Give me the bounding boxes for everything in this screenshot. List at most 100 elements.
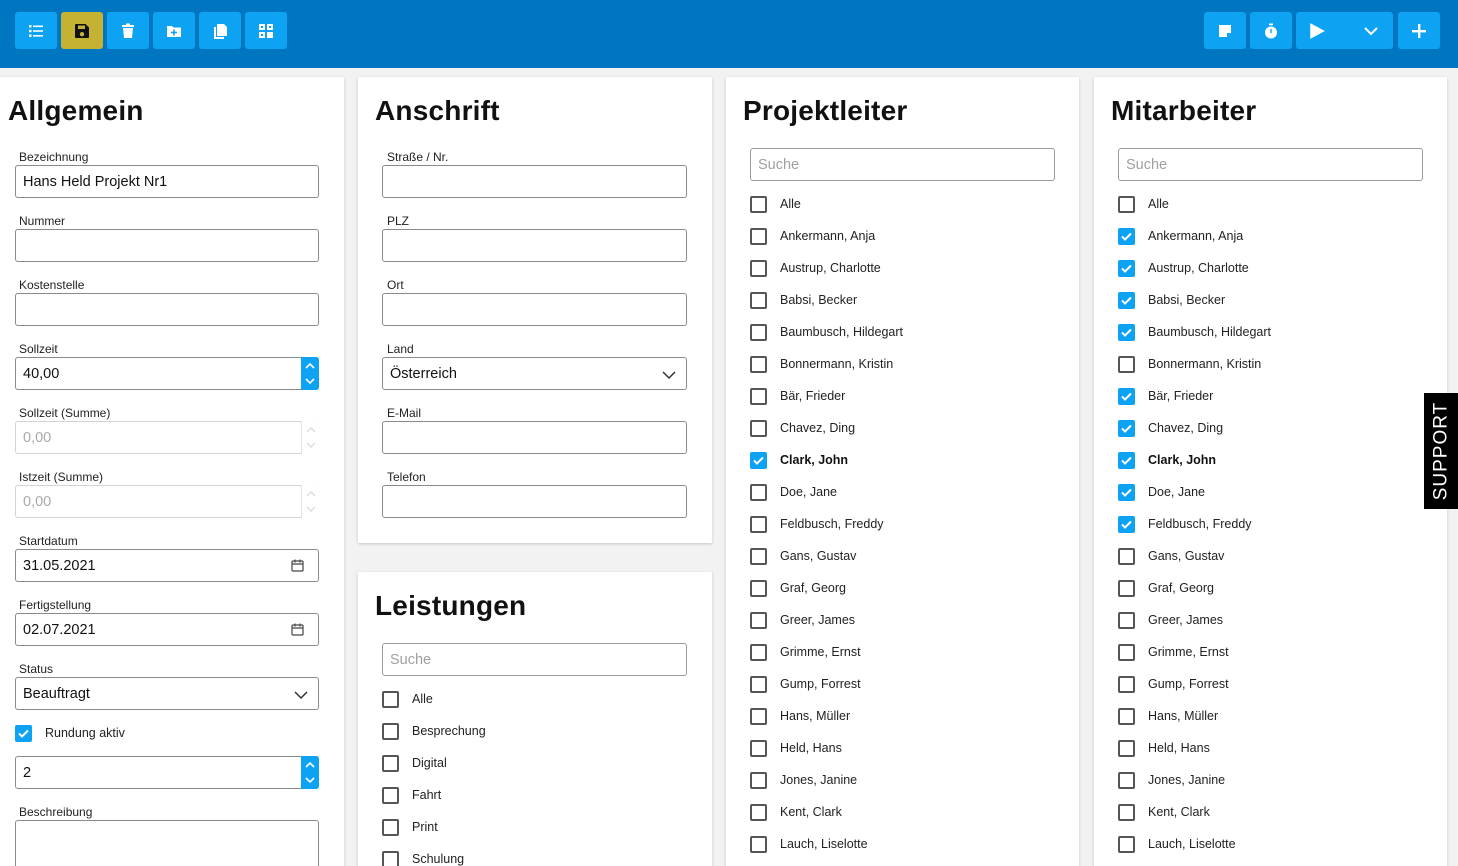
checkbox[interactable]: [750, 259, 767, 277]
checkbox-list-item[interactable]: Jones, Janine: [1118, 770, 1225, 790]
checkbox-list-item[interactable]: Graf, Georg: [750, 578, 846, 598]
checkbox-list-item[interactable]: Gump, Forrest: [750, 674, 861, 694]
checkbox-list-item[interactable]: Bär, Frieder: [1118, 386, 1213, 406]
checkbox-list-item[interactable]: Feldbusch, Freddy: [1118, 514, 1252, 534]
sollzeit-stepper[interactable]: [301, 357, 319, 390]
calendar-icon[interactable]: [291, 559, 304, 572]
note-button[interactable]: [1204, 12, 1246, 49]
checkbox[interactable]: [750, 355, 767, 373]
mitarbeiter-search-input[interactable]: Suche: [1118, 148, 1423, 181]
checkbox[interactable]: [750, 451, 767, 469]
checkbox[interactable]: [1118, 579, 1135, 597]
checkbox[interactable]: [1118, 803, 1135, 821]
save-button[interactable]: [61, 12, 103, 49]
checkbox[interactable]: [750, 547, 767, 565]
checkbox[interactable]: [1118, 419, 1135, 437]
checkbox[interactable]: [750, 611, 767, 629]
kostenstelle-input[interactable]: [15, 293, 319, 326]
checkbox[interactable]: [750, 195, 767, 213]
checkbox[interactable]: [750, 387, 767, 405]
checkbox[interactable]: [750, 803, 767, 821]
checkbox[interactable]: [1118, 739, 1135, 757]
checkbox[interactable]: [1118, 547, 1135, 565]
checkbox[interactable]: [1118, 611, 1135, 629]
checkbox[interactable]: [382, 722, 399, 740]
rundung-checkbox[interactable]: [15, 724, 32, 742]
checkbox-list-item[interactable]: Alle: [382, 689, 433, 709]
checkbox[interactable]: [1118, 483, 1135, 501]
checkbox[interactable]: [750, 291, 767, 309]
checkbox[interactable]: [382, 850, 399, 866]
checkbox-list-item[interactable]: Babsi, Becker: [750, 290, 857, 310]
checkbox-list-item[interactable]: Chavez, Ding: [1118, 418, 1223, 438]
checkbox-list-item[interactable]: Kent, Clark: [750, 802, 842, 822]
checkbox[interactable]: [750, 835, 767, 853]
checkbox[interactable]: [750, 707, 767, 725]
checkbox[interactable]: [1118, 515, 1135, 533]
new-folder-button[interactable]: [153, 12, 195, 49]
checkbox-list-item[interactable]: Baumbusch, Hildegart: [750, 322, 903, 342]
chevron-down-icon[interactable]: [305, 376, 315, 386]
rundung-checkbox-row[interactable]: Rundung aktiv: [15, 723, 125, 743]
checkbox[interactable]: [382, 786, 399, 804]
checkbox[interactable]: [750, 227, 767, 245]
checkbox-list-item[interactable]: Feldbusch, Freddy: [750, 514, 884, 534]
list-button[interactable]: [15, 12, 57, 49]
checkbox-list-item[interactable]: Austrup, Charlotte: [1118, 258, 1249, 278]
checkbox-list-item[interactable]: Clark, John: [750, 450, 848, 470]
checkbox-list-item[interactable]: Alle: [750, 194, 801, 214]
checkbox-list-item[interactable]: Gans, Gustav: [750, 546, 856, 566]
checkbox[interactable]: [1118, 451, 1135, 469]
checkbox-list-item[interactable]: Fahrt: [382, 785, 441, 805]
checkbox-list-item[interactable]: Alle: [1118, 194, 1169, 214]
checkbox[interactable]: [1118, 835, 1135, 853]
checkbox-list-item[interactable]: Digital: [382, 753, 447, 773]
checkbox-list-item[interactable]: Austrup, Charlotte: [750, 258, 881, 278]
checkbox[interactable]: [750, 579, 767, 597]
checkbox-list-item[interactable]: Hans, Müller: [750, 706, 850, 726]
checkbox-list-item[interactable]: Grimme, Ernst: [1118, 642, 1229, 662]
checkbox-list-item[interactable]: Held, Hans: [750, 738, 842, 758]
fertigstellung-input[interactable]: 02.07.2021: [15, 613, 319, 646]
land-select[interactable]: Österreich: [382, 357, 687, 390]
leistungen-search-input[interactable]: Suche: [382, 643, 687, 676]
checkbox[interactable]: [382, 754, 399, 772]
checkbox-list-item[interactable]: Gump, Forrest: [1118, 674, 1229, 694]
checkbox[interactable]: [1118, 291, 1135, 309]
checkbox-list-item[interactable]: Greer, James: [1118, 610, 1223, 630]
checkbox-list-item[interactable]: Babsi, Becker: [1118, 290, 1225, 310]
copy-button[interactable]: [199, 12, 241, 49]
plz-input[interactable]: [382, 229, 687, 262]
checkbox[interactable]: [1118, 707, 1135, 725]
checkbox-list-item[interactable]: Bär, Frieder: [750, 386, 845, 406]
chevron-down-icon[interactable]: [1363, 23, 1379, 39]
checkbox-list-item[interactable]: Ankermann, Anja: [750, 226, 875, 246]
checkbox-list-item[interactable]: Jones, Janine: [750, 770, 857, 790]
rundung-stepper[interactable]: [301, 756, 319, 789]
nummer-input[interactable]: [15, 229, 319, 262]
add-button[interactable]: [1398, 12, 1440, 49]
strasse-input[interactable]: [382, 165, 687, 198]
checkbox-list-item[interactable]: Kent, Clark: [1118, 802, 1210, 822]
checkbox[interactable]: [1118, 643, 1135, 661]
email-input[interactable]: [382, 421, 687, 454]
checkbox[interactable]: [750, 739, 767, 757]
checkbox[interactable]: [1118, 259, 1135, 277]
start-split-button[interactable]: [1296, 12, 1393, 49]
checkbox[interactable]: [750, 515, 767, 533]
checkbox[interactable]: [382, 818, 399, 836]
chevron-up-icon[interactable]: [305, 760, 315, 770]
checkbox-list-item[interactable]: Baumbusch, Hildegart: [1118, 322, 1271, 342]
checkbox-list-item[interactable]: Lauch, Liselotte: [750, 834, 868, 854]
sollzeit-input[interactable]: 40,00: [15, 357, 319, 390]
checkbox-list-item[interactable]: Chavez, Ding: [750, 418, 855, 438]
checkbox-list-item[interactable]: Grimme, Ernst: [750, 642, 861, 662]
checkbox-list-item[interactable]: Lauch, Liselotte: [1118, 834, 1236, 854]
checkbox-list-item[interactable]: Hans, Müller: [1118, 706, 1218, 726]
checkbox-list-item[interactable]: Clark, John: [1118, 450, 1216, 470]
ort-input[interactable]: [382, 293, 687, 326]
checkbox-list-item[interactable]: Bonnermann, Kristin: [750, 354, 893, 374]
checkbox-list-item[interactable]: Bonnermann, Kristin: [1118, 354, 1261, 374]
checkbox[interactable]: [750, 643, 767, 661]
checkbox[interactable]: [750, 675, 767, 693]
